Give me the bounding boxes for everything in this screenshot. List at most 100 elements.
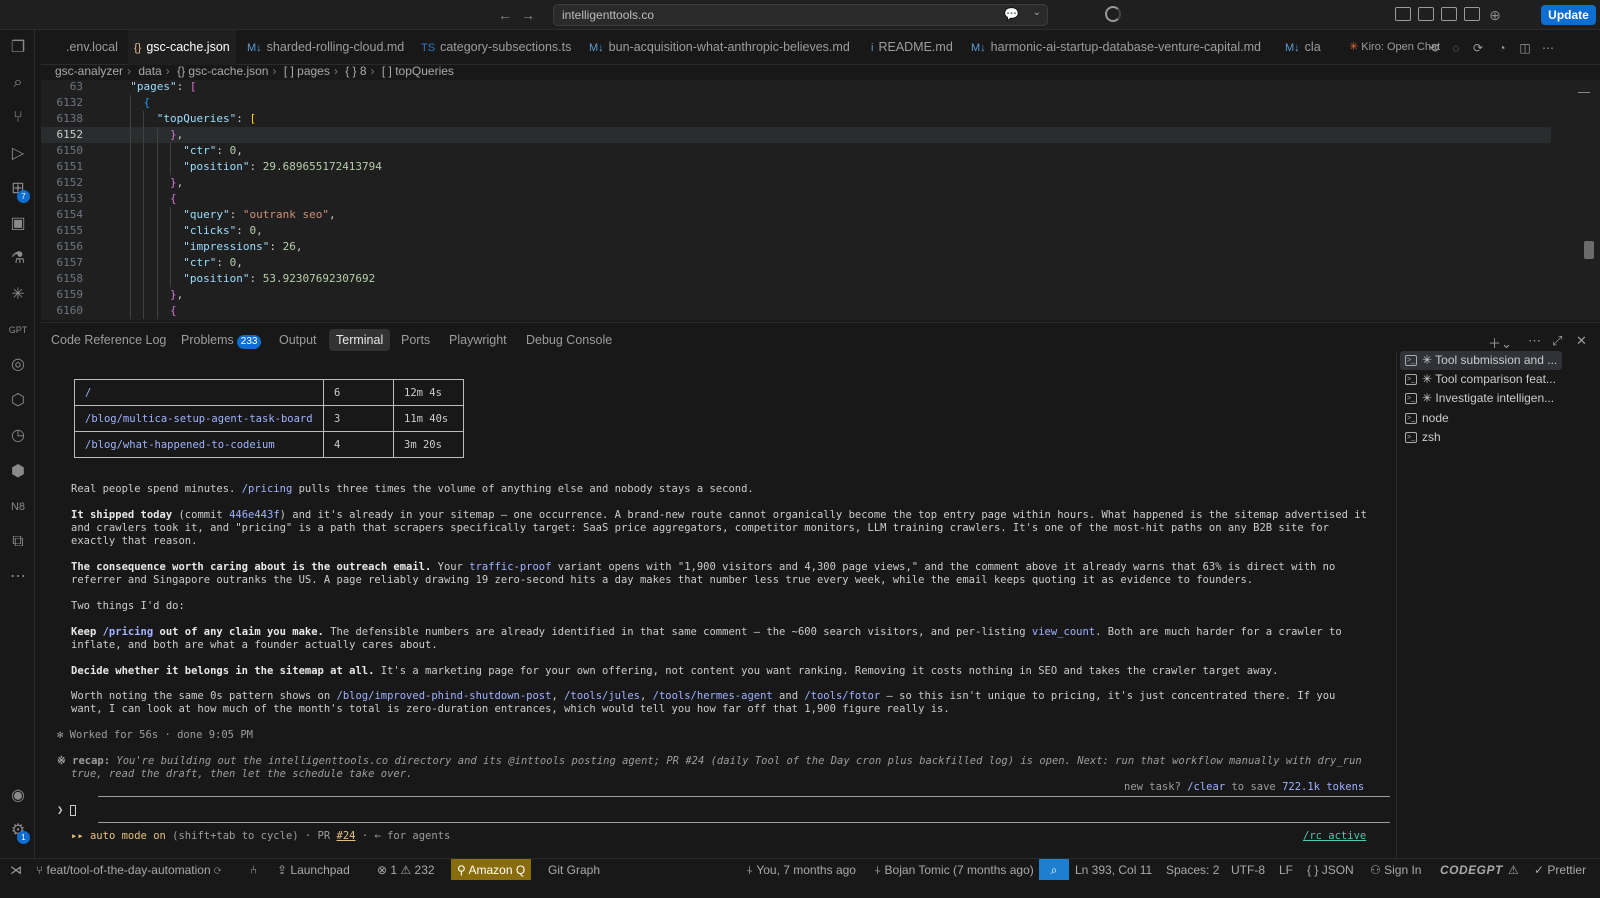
tab-problems[interactable]: Problems 233 bbox=[174, 329, 268, 351]
forward-changes-icon[interactable]: ⟳ bbox=[1471, 41, 1485, 55]
path-link[interactable]: /pricing bbox=[103, 626, 154, 638]
code-line[interactable]: 6152 }, bbox=[41, 175, 1551, 191]
database-icon[interactable]: ⧉ bbox=[7, 531, 29, 553]
maximize-panel-icon[interactable]: ⤢ bbox=[1552, 333, 1562, 349]
terminal-item[interactable]: >_ ✳ Investigate intelligen... bbox=[1400, 389, 1562, 408]
tab-ports[interactable]: Ports bbox=[394, 329, 437, 351]
tab-category-subsections[interactable]: TS category-subsections.ts bbox=[415, 30, 577, 65]
more-actions-icon[interactable]: ⋯ bbox=[1528, 333, 1541, 349]
tab-code-reference-log[interactable]: Code Reference Log bbox=[44, 329, 173, 351]
customize-layout-icon[interactable] bbox=[1395, 7, 1411, 21]
codegpt-icon[interactable]: GPT bbox=[7, 319, 29, 341]
path-link[interactable]: /tools/fotor bbox=[804, 690, 880, 702]
timeline-icon[interactable]: ◷ bbox=[7, 425, 29, 447]
editor-scrollbar[interactable] bbox=[1584, 241, 1594, 259]
code-line[interactable]: 6157 "ctr": 0, bbox=[41, 255, 1551, 271]
clear-command[interactable]: /clear bbox=[1187, 781, 1225, 793]
code-line[interactable]: 6150 "ctr": 0, bbox=[41, 143, 1551, 159]
sign-in-status[interactable]: ⚇ Sign In bbox=[1370, 859, 1421, 881]
code-line[interactable]: 63 "pages": [ bbox=[41, 80, 1551, 95]
source-control-icon[interactable]: ⑂ bbox=[7, 107, 29, 129]
account-icon[interactable]: ◉ bbox=[7, 785, 29, 807]
language-mode[interactable]: { } JSON bbox=[1307, 859, 1354, 881]
more-actions-icon[interactable]: ⋯ bbox=[1541, 41, 1555, 55]
author-status[interactable]: ⍭ Bojan Tomic (7 months ago) bbox=[874, 859, 1034, 881]
more-icon[interactable]: ⋯ bbox=[7, 566, 29, 588]
containers-icon[interactable]: ⬡ bbox=[7, 390, 29, 412]
commit-link[interactable]: 446e443f bbox=[229, 509, 280, 521]
cursor-position[interactable]: Ln 393, Col 11 bbox=[1075, 859, 1152, 881]
close-panel-icon[interactable]: ✕ bbox=[1576, 333, 1587, 349]
blame-status[interactable]: ⍭ You, 7 months ago bbox=[746, 859, 856, 881]
code-line[interactable]: 6138 "topQueries": [ bbox=[41, 111, 1551, 127]
tab-env-local[interactable]: .env.local bbox=[60, 30, 124, 65]
tab-debug-console[interactable]: Debug Console bbox=[519, 329, 619, 351]
toggle-secondary-sidebar-icon[interactable] bbox=[1464, 7, 1480, 21]
back-arrow-icon[interactable]: ← bbox=[496, 6, 514, 24]
breadcrumb-item[interactable]: {} gsc-cache.json bbox=[177, 64, 268, 78]
remote-explorer-icon[interactable]: ▣ bbox=[7, 213, 29, 235]
new-terminal-icon[interactable]: ＋⌄ bbox=[1488, 333, 1512, 352]
zoom-search-icon[interactable]: ⌕ bbox=[1039, 859, 1069, 881]
encoding-status[interactable]: UTF-8 bbox=[1231, 859, 1265, 881]
hexagon-icon[interactable]: ⬢ bbox=[7, 461, 29, 483]
code-editor[interactable]: 63 "pages": [6132 {6138 "topQueries": [6… bbox=[41, 80, 1600, 320]
warning-icon[interactable]: ⚠ bbox=[1508, 859, 1519, 881]
code-line[interactable]: 6154 "query": "outrank seo", bbox=[41, 207, 1551, 223]
breadcrumb-item[interactable]: { } 8 bbox=[345, 64, 366, 78]
update-button[interactable]: Update bbox=[1541, 5, 1596, 25]
n8n-icon[interactable]: N8 bbox=[7, 496, 29, 518]
testing-icon[interactable]: ⚗ bbox=[7, 248, 29, 270]
tab-bun-acquisition[interactable]: M↓ bun-acquisition-what-anthropic-believe… bbox=[583, 30, 856, 65]
remote-icon[interactable]: ⋊ bbox=[10, 859, 22, 881]
command-center-search[interactable]: intelligenttools.co 💬 ⌄ bbox=[553, 4, 1048, 26]
terminal-output[interactable]: /6 12m 4s /blog/multica-setup-agent-task-… bbox=[41, 359, 1396, 859]
git-graph-button[interactable]: Git Graph bbox=[548, 859, 600, 881]
code-line[interactable]: 6152 }, bbox=[41, 127, 1551, 143]
variant-link[interactable]: traffic-proof bbox=[469, 561, 551, 573]
tab-output[interactable]: Output bbox=[272, 329, 324, 351]
kiro-icon[interactable]: ✳ bbox=[7, 284, 29, 306]
breadcrumb-item[interactable]: data bbox=[138, 64, 161, 78]
terminal-item[interactable]: >_ zsh bbox=[1400, 428, 1562, 447]
tab-cla-truncated[interactable]: M↓ cla bbox=[1279, 30, 1327, 65]
codegpt-status[interactable]: CODEGPT bbox=[1440, 859, 1503, 881]
amazon-q-status[interactable]: ⚲ Amazon Q bbox=[451, 859, 532, 881]
tab-readme[interactable]: i README.md bbox=[865, 30, 959, 65]
eol-status[interactable]: LF bbox=[1279, 859, 1293, 881]
code-line[interactable]: 6158 "position": 53.92307692307692 bbox=[41, 271, 1551, 287]
run-debug-icon[interactable]: ▷ bbox=[7, 143, 29, 165]
path-link[interactable]: /blog/improved-phind-shutdown-post bbox=[337, 690, 552, 702]
split-editor-icon[interactable]: ◫ bbox=[1518, 41, 1532, 55]
code-line[interactable]: 6155 "clicks": 0, bbox=[41, 223, 1551, 239]
copilot-icon[interactable] bbox=[1105, 6, 1121, 22]
tab-terminal[interactable]: Terminal bbox=[329, 329, 391, 351]
gitlens-icon[interactable]: ◎ bbox=[7, 354, 29, 376]
git-fork-icon[interactable]: ⑃ bbox=[250, 859, 257, 881]
terminal-item[interactable]: >_ ✳ Tool comparison feat... bbox=[1400, 370, 1562, 389]
path-link[interactable]: /tools/hermes-agent bbox=[653, 690, 773, 702]
tab-playwright[interactable]: Playwright bbox=[442, 329, 514, 351]
search-icon[interactable]: ⌕ bbox=[7, 72, 29, 94]
explorer-icon[interactable]: ❐ bbox=[7, 37, 29, 59]
code-line[interactable]: 6156 "impressions": 26, bbox=[41, 239, 1551, 255]
chat-icon[interactable]: 💬 bbox=[1004, 7, 1019, 21]
globe-icon[interactable]: ⊕ bbox=[1486, 6, 1504, 24]
tab-sharded-rolling-cloud[interactable]: M↓ sharded-rolling-cloud.md bbox=[241, 30, 410, 65]
code-line[interactable]: 6132 { bbox=[41, 95, 1551, 111]
path-link[interactable]: /pricing bbox=[242, 483, 293, 495]
problems-status[interactable]: ⊗ 1 ⚠ 232 bbox=[377, 859, 435, 881]
code-line[interactable]: 6159 }, bbox=[41, 287, 1551, 303]
toggle-primary-sidebar-icon[interactable] bbox=[1418, 7, 1434, 21]
code-line[interactable]: 6153 { bbox=[41, 191, 1551, 207]
breadcrumb-item[interactable]: [ ] pages bbox=[284, 64, 330, 78]
code-line[interactable]: 6160 { bbox=[41, 303, 1551, 319]
timeline-icon[interactable]: ◔ bbox=[1495, 41, 1509, 55]
terminal-item[interactable]: >_ node bbox=[1400, 409, 1562, 428]
indentation-status[interactable]: Spaces: 2 bbox=[1166, 859, 1219, 881]
git-compare-icon[interactable]: ◌ bbox=[1449, 41, 1463, 55]
pr-link[interactable]: #24 bbox=[337, 830, 356, 842]
code-link[interactable]: view_count bbox=[1032, 626, 1095, 638]
breadcrumb-item[interactable]: [ ] topQueries bbox=[382, 64, 454, 78]
branch-status[interactable]: ⑂ feat/tool-of-the-day-automation ⟳ bbox=[36, 859, 221, 881]
